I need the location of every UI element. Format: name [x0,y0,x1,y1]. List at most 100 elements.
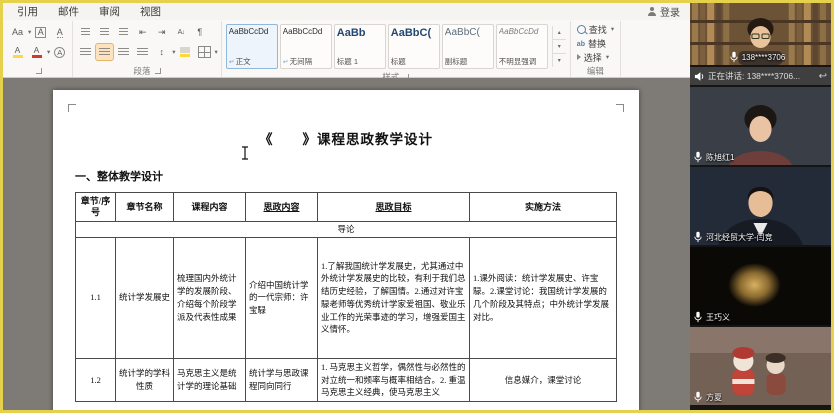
bullets-button[interactable] [77,24,94,40]
table-header-row: 章节/序号 章节名称 课程内容 思政内容 思政目标 实施方法 [76,193,617,222]
show-marks-button[interactable] [191,24,208,40]
chevron-down-icon: ▾ [47,48,50,56]
line-spacing-button[interactable] [153,44,170,60]
gallery-up-icon[interactable]: ▴ [553,26,566,39]
text-cursor-ibeam [241,146,249,165]
align-left-button[interactable] [77,44,94,60]
header-cell: 章节名称 [116,193,174,222]
cell-method: 1.课外阅读：统计学发展史、许宝騄。2.课堂讨论：我国统计学发展的几个阶段及其特… [470,237,617,358]
styles-group: AaBbCcDd 正文 AaBbCcDd 无间隔 AaBb 标题 1 AaB [222,21,571,77]
chevron-down-icon: ▾ [215,48,218,56]
numbering-button[interactable] [96,24,113,40]
tab-review[interactable]: 审阅 [89,3,130,20]
document-area: 《 》课程思政教学设计 一、整体教学设计 章节/序号 章节名称 课程内容 思政内… [3,78,690,410]
document-page[interactable]: 《 》课程思政教学设计 一、整体教学设计 章节/序号 章节名称 课程内容 思政内… [53,90,639,410]
participant-name: 138****3706 [742,53,786,62]
word-window: 引用 邮件 审阅 视图 登录 ▾ ▾ [3,3,690,410]
style-name: 无间隔 [283,56,329,67]
highlight-color-button[interactable] [9,44,26,60]
find-label: 查找 [589,23,607,36]
sign-in-label: 登录 [660,4,680,19]
document-title: 《 》课程思政教学设计 [75,128,617,148]
person-icon [647,7,656,16]
dialog-launcher-icon[interactable] [36,68,42,74]
style-preview: AaBbCcDd [283,27,329,36]
replace-button[interactable]: 替换 [574,36,617,50]
paragraph-group-label: 段落 [134,65,151,77]
justify-button[interactable] [134,44,151,60]
find-button[interactable]: 查找 ▾ [574,22,617,36]
cell-ideology-content: 统计学与思政课程同向同行 [246,358,318,401]
cell-method: 信息媒介，课堂讨论 [470,358,617,401]
cell-course-content: 梳理国内外统计学的发展阶段、介绍每个阶段学派及代表性成果 [174,237,246,358]
participant-label: 河北经贸大学-闫竞 [693,231,773,243]
styles-gallery-scroll: ▴ ▾ ▾ [552,26,566,67]
style-name: 正文 [229,56,275,67]
gallery-more-icon[interactable]: ▾ [553,53,566,67]
video-tile[interactable]: 陈旭红1 [690,87,831,165]
styles-gallery: AaBbCcDd 正文 AaBbCcDd 无间隔 AaBb 标题 1 AaB [225,22,567,71]
character-border-button[interactable] [32,24,49,40]
sign-in-button[interactable]: 登录 [647,4,690,19]
cell-ideology-content: 介绍中国统计学的一代宗师：许宝騄 [246,237,318,358]
table-row: 1.1 统计学发展史 梳理国内外统计学的发展阶段、介绍每个阶段学派及代表性成果 … [76,237,617,358]
header-cell: 思政目标 [318,193,470,222]
style-card-subtitle[interactable]: AaBbC( 副标题 [442,24,494,69]
multilevel-list-button[interactable] [115,24,132,40]
decrease-indent-button[interactable] [134,24,151,40]
ribbon-tabs: 引用 邮件 审阅 视图 登录 [3,3,690,20]
speaking-banner-text: 正在讲话: 138****3706... [708,70,814,82]
tab-mailings[interactable]: 邮件 [48,3,89,20]
video-tile[interactable]: 河北经贸大学-闫竞 [690,167,831,245]
align-center-button[interactable] [96,44,113,60]
paragraph-group: ▾ ▾ 段落 [73,21,222,77]
mic-icon [729,51,739,63]
sort-button[interactable] [172,24,189,40]
enclose-character-button[interactable] [51,44,68,60]
select-label: 选择 [584,51,602,64]
table-row: 1.2 统计学的学科性质 马克思主义是统计学的理论基础 统计学与思政课程同向同行… [76,358,617,401]
participant-label: 王巧义 [693,311,730,323]
tab-references[interactable]: 引用 [7,3,48,20]
phonetic-guide-button[interactable] [51,24,68,40]
cell-ideology-goal: 1.了解我国统计学发展史，尤其通过中外统计学发展史的比较，有利于我们总结历史经验… [318,237,470,358]
video-tile[interactable]: 王巧义 [690,247,831,325]
style-card-subtle-emphasis[interactable]: AaBbCcDd 不明显强调 [496,24,548,69]
borders-button[interactable] [196,44,213,60]
align-right-button[interactable] [115,44,132,60]
editing-group-label: 编辑 [587,65,604,77]
cell-no: 1.2 [76,358,116,401]
style-preview: AaBbC( [445,27,491,38]
shading-button[interactable] [177,44,194,60]
editing-group: 查找 ▾ 替换 选择 ▾ 编辑 [571,21,621,77]
chevron-down-icon: ▾ [28,28,31,36]
reply-arrow-icon[interactable] [819,71,827,82]
gallery-down-icon[interactable]: ▾ [553,39,566,53]
text-boundary-mark [68,104,76,112]
select-button[interactable]: 选择 ▾ [574,50,617,64]
dialog-launcher-icon[interactable] [155,68,161,74]
mic-icon [693,231,703,243]
video-tile-self[interactable]: 138****3706 [690,3,831,65]
style-name: 不明显强调 [499,56,545,67]
section-heading: 一、整体教学设计 [75,168,617,184]
video-tile[interactable]: 方夏 [690,327,831,405]
participant-label: 138****3706 [690,51,824,63]
cell-course-content: 马克思主义是统计学的理论基础 [174,358,246,401]
increase-indent-button[interactable] [153,24,170,40]
participant-label: 陈旭红1 [693,151,734,163]
ribbon: ▾ ▾ [3,20,690,78]
style-card-no-spacing[interactable]: AaBbCcDd 无间隔 [280,24,332,69]
style-card-normal[interactable]: AaBbCcDd 正文 [226,24,278,69]
participant-name: 河北经贸大学-闫竞 [706,232,773,243]
font-color-button[interactable] [28,44,45,60]
change-case-button[interactable] [9,24,26,40]
tab-view[interactable]: 视图 [130,3,171,20]
mic-icon [693,391,703,403]
style-name: 副标题 [445,56,491,67]
style-preview: AaBbCcDd [499,27,545,36]
chevron-down-icon: ▾ [606,53,609,61]
text-boundary-mark [616,104,624,112]
style-card-heading1[interactable]: AaBb 标题 1 [334,24,386,69]
style-card-title[interactable]: AaBbC( 标题 [388,24,440,69]
